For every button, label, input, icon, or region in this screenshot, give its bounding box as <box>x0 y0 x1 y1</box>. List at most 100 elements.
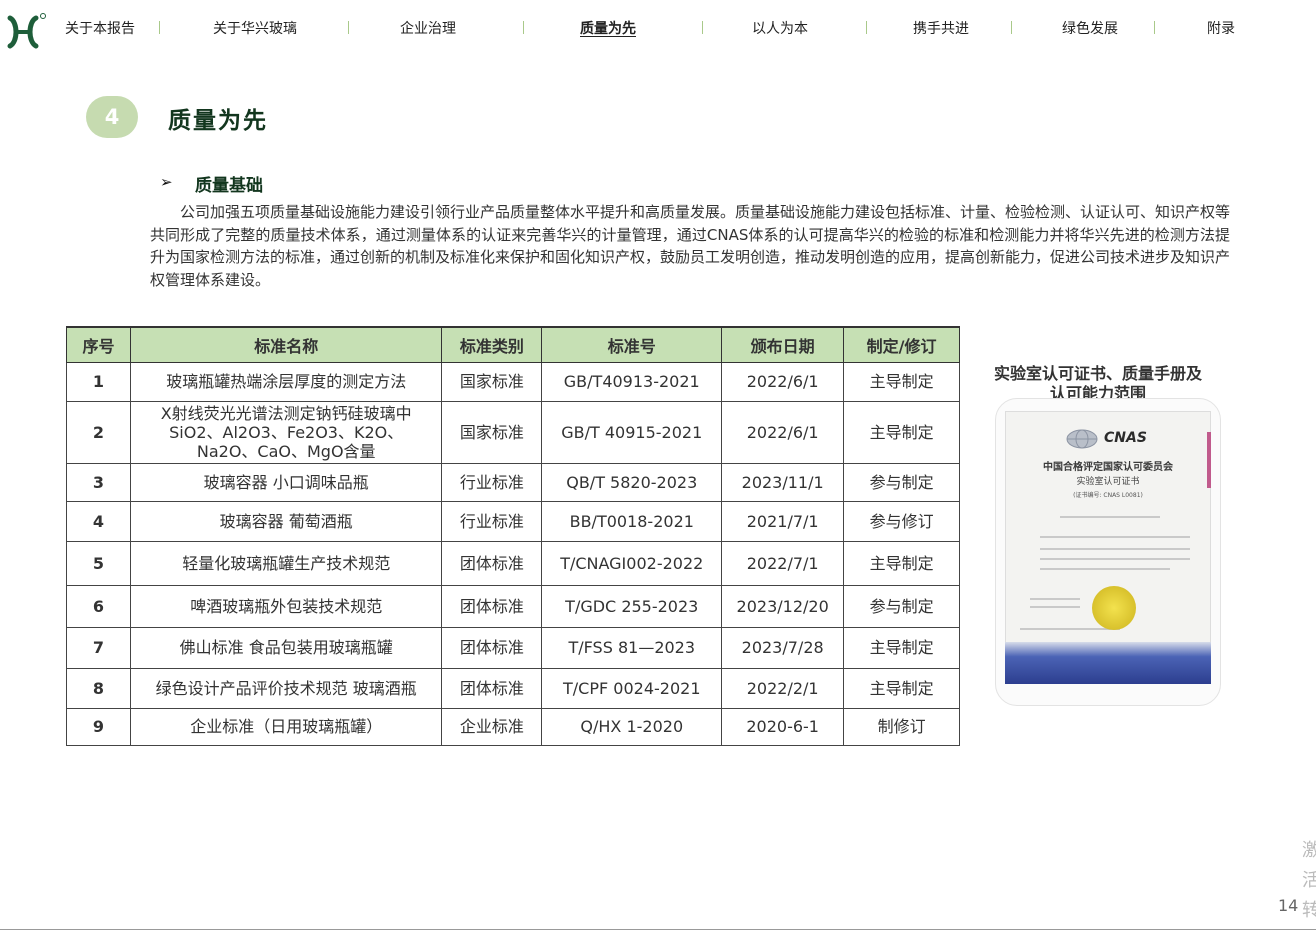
cell-name: 企业标准（日用玻璃瓶罐） <box>129 707 443 746</box>
cell-category: 国家标准 <box>441 361 543 402</box>
nav-item-quality[interactable]: 质量为先 <box>580 18 636 38</box>
certificate-text-line <box>1040 548 1190 550</box>
section-title: 质量为先 <box>168 108 268 134</box>
cell-no: 4 <box>66 500 131 542</box>
nav-separator <box>702 21 703 34</box>
nav-item-people[interactable]: 以人为本 <box>752 18 808 38</box>
cell-name: 玻璃瓶罐热端涂层厚度的测定方法 <box>129 361 443 402</box>
cell-name: 啤酒玻璃瓶外包装技术规范 <box>129 584 443 628</box>
nav-item-about-company[interactable]: 关于华兴玻璃 <box>213 18 297 38</box>
col-header-no: 序号 <box>66 326 131 363</box>
certificate-text-line <box>1030 606 1080 608</box>
table-row: 6 啤酒玻璃瓶外包装技术规范 团体标准 T/GDC 255-2023 2023/… <box>66 584 960 628</box>
table-row: 4 玻璃容器 葡萄酒瓶 行业标准 BB/T0018-2021 2021/7/1 … <box>66 500 960 542</box>
nav-separator <box>1154 21 1155 34</box>
cell-date: 2022/6/1 <box>721 361 845 402</box>
certificate-text-line <box>1040 536 1190 538</box>
cell-no: 6 <box>66 584 131 628</box>
cell-date: 2022/6/1 <box>721 400 845 464</box>
col-header-category: 标准类别 <box>441 326 543 363</box>
cell-no: 2 <box>66 400 131 464</box>
nav-item-about-report[interactable]: 关于本报告 <box>65 18 135 38</box>
table-row: 9 企业标准（日用玻璃瓶罐） 企业标准 Q/HX 1-2020 2020-6-1… <box>66 707 960 746</box>
cell-role: 主导制定 <box>843 361 960 402</box>
cell-role: 制修订 <box>843 707 960 746</box>
standards-table: 序号 标准名称 标准类别 标准号 颁布日期 制定/修订 1 玻璃瓶罐热端涂层厚度… <box>66 326 960 746</box>
cell-role: 主导制定 <box>843 626 960 669</box>
certificate-org: 中国合格评定国家认可委员会 <box>1043 462 1173 473</box>
cell-name: 佛山标准 食品包装用玻璃瓶罐 <box>129 626 443 669</box>
nav-separator <box>348 21 349 34</box>
nav-separator <box>523 21 524 34</box>
cell-role: 主导制定 <box>843 667 960 709</box>
table-row: 3 玻璃容器 小口调味品瓶 行业标准 QB/T 5820-2023 2023/1… <box>66 462 960 502</box>
cell-name: 绿色设计产品评价技术规范 玻璃酒瓶 <box>129 667 443 709</box>
certificate-text-line <box>1040 558 1190 560</box>
cell-role: 主导制定 <box>843 400 960 464</box>
certificate-number: (证书编号: CNAS L0081) <box>1073 492 1143 499</box>
quality-intro-paragraph: 公司加强五项质量基础设施能力建设引领行业产品质量整体水平提升和高质量发展。质量基… <box>150 203 1231 289</box>
cell-code: QB/T 5820-2023 <box>541 462 723 502</box>
nav-item-partners[interactable]: 携手共进 <box>913 18 969 38</box>
certificate-seal-icon <box>1092 586 1136 630</box>
cell-code: T/CPF 0024-2021 <box>541 667 723 709</box>
cell-name: X射线荧光光谱法测定钠钙硅玻璃中SiO2、Al2O3、Fe2O3、K2O、Na2… <box>129 400 443 464</box>
certificate-text-line <box>1030 598 1080 600</box>
nav-separator <box>159 21 160 34</box>
subsection-title: 质量基础 <box>195 176 263 196</box>
certificate-blue-band <box>1005 642 1211 684</box>
certificate-text-line <box>1040 568 1170 570</box>
cell-date: 2022/2/1 <box>721 667 845 709</box>
cell-date: 2022/7/1 <box>721 540 845 586</box>
cell-no: 1 <box>66 361 131 402</box>
cell-category: 团体标准 <box>441 667 543 709</box>
cell-date: 2023/11/1 <box>721 462 845 502</box>
certificate-title: 实验室认可证书 <box>1076 477 1140 487</box>
company-logo <box>7 13 46 49</box>
certificate-text-line <box>1060 516 1160 518</box>
cell-no: 5 <box>66 540 131 586</box>
cell-date: 2021/7/1 <box>721 500 845 542</box>
cell-no: 8 <box>66 667 131 709</box>
cell-no: 7 <box>66 626 131 669</box>
col-header-name: 标准名称 <box>129 326 443 363</box>
cell-role: 参与制定 <box>843 462 960 502</box>
cell-name: 玻璃容器 小口调味品瓶 <box>129 462 443 502</box>
cell-category: 团体标准 <box>441 584 543 628</box>
cell-name: 轻量化玻璃瓶罐生产技术规范 <box>129 540 443 586</box>
table-header-row: 序号 标准名称 标准类别 标准号 颁布日期 制定/修订 <box>66 326 960 363</box>
cell-role: 主导制定 <box>843 540 960 586</box>
cell-name: 玻璃容器 葡萄酒瓶 <box>129 500 443 542</box>
col-header-role: 制定/修订 <box>843 326 960 363</box>
cell-category: 国家标准 <box>441 400 543 464</box>
watermark-text: 激活转 <box>1302 840 1316 921</box>
col-header-code: 标准号 <box>541 326 723 363</box>
cell-code: GB/T 40915-2021 <box>541 400 723 464</box>
cell-date: 2023/7/28 <box>721 626 845 669</box>
cell-code: BB/T0018-2021 <box>541 500 723 542</box>
cell-date: 2020-6-1 <box>721 707 845 746</box>
cell-code: T/FSS 81—2023 <box>541 626 723 669</box>
cell-code: T/GDC 255-2023 <box>541 584 723 628</box>
page-number: 14 <box>1278 896 1299 915</box>
cell-role: 参与制定 <box>843 584 960 628</box>
cell-code: Q/HX 1-2020 <box>541 707 723 746</box>
table-row: 5 轻量化玻璃瓶罐生产技术规范 团体标准 T/CNAGI002-2022 202… <box>66 540 960 586</box>
cell-category: 行业标准 <box>441 500 543 542</box>
cell-code: T/CNAGI002-2022 <box>541 540 723 586</box>
nav-separator <box>866 21 867 34</box>
cell-category: 企业标准 <box>441 707 543 746</box>
nav-separator <box>1011 21 1012 34</box>
bottom-divider <box>0 929 1316 930</box>
cell-code: GB/T40913-2021 <box>541 361 723 402</box>
nav-item-appendix[interactable]: 附录 <box>1207 18 1235 38</box>
table-row: 8 绿色设计产品评价技术规范 玻璃酒瓶 团体标准 T/CPF 0024-2021… <box>66 667 960 709</box>
cell-no: 9 <box>66 707 131 746</box>
col-header-date: 颁布日期 <box>721 326 845 363</box>
nav-item-green[interactable]: 绿色发展 <box>1062 18 1118 38</box>
certificate-edge-stripe <box>1207 432 1211 488</box>
cell-category: 团体标准 <box>441 626 543 669</box>
cell-category: 团体标准 <box>441 540 543 586</box>
nav-item-governance[interactable]: 企业治理 <box>400 18 456 38</box>
section-number-badge: 4 <box>86 96 138 138</box>
